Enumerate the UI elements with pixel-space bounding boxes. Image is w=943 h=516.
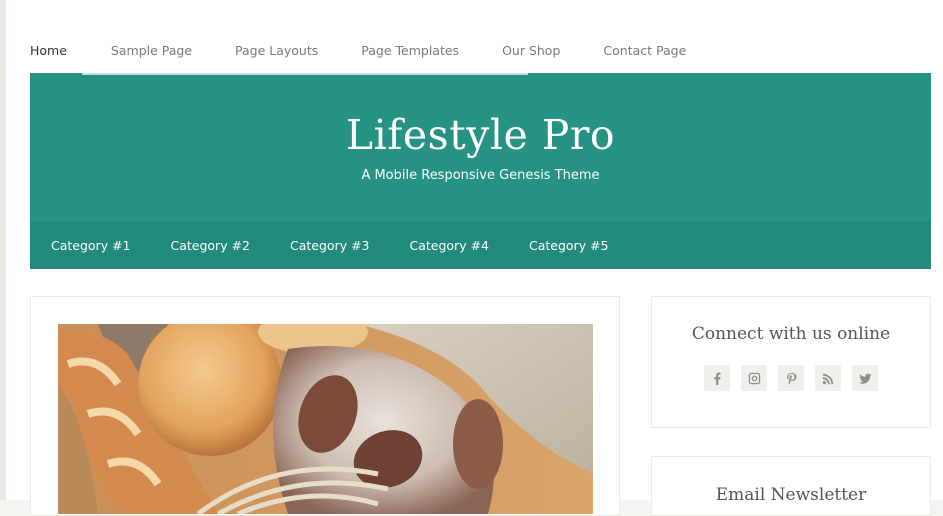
nav-item-home[interactable]: Home bbox=[30, 43, 67, 58]
site-description: A Mobile Responsive Genesis Theme bbox=[361, 168, 600, 183]
category-navigation: Category #1 Category #2 Category #3 Cate… bbox=[30, 221, 931, 269]
pinterest-icon[interactable] bbox=[778, 365, 804, 391]
rss-icon[interactable] bbox=[815, 365, 841, 391]
category-item-2[interactable]: Category #2 bbox=[171, 238, 251, 253]
category-item-4[interactable]: Category #4 bbox=[410, 238, 490, 253]
instagram-icon[interactable] bbox=[741, 365, 767, 391]
header-highlight-bar bbox=[82, 73, 528, 75]
facebook-icon[interactable] bbox=[704, 365, 730, 391]
newsletter-widget: Email Newsletter bbox=[651, 456, 931, 516]
main-content bbox=[30, 296, 620, 516]
connect-widget-title: Connect with us online bbox=[691, 324, 891, 344]
nav-item-page-templates[interactable]: Page Templates bbox=[361, 43, 459, 58]
category-item-3[interactable]: Category #3 bbox=[290, 238, 370, 253]
newsletter-widget-title: Email Newsletter bbox=[715, 485, 867, 505]
featured-image[interactable] bbox=[58, 324, 593, 514]
nav-item-our-shop[interactable]: Our Shop bbox=[502, 43, 560, 58]
category-item-5[interactable]: Category #5 bbox=[529, 238, 609, 253]
nav-item-sample-page[interactable]: Sample Page bbox=[111, 43, 192, 58]
social-icons bbox=[704, 365, 889, 391]
nav-item-page-layouts[interactable]: Page Layouts bbox=[235, 43, 318, 58]
rye-score-3 bbox=[453, 399, 503, 489]
category-item-1[interactable]: Category #1 bbox=[51, 238, 131, 253]
connect-widget: Connect with us online bbox=[651, 296, 931, 428]
site-title[interactable]: Lifestyle Pro bbox=[30, 111, 931, 159]
twitter-icon[interactable] bbox=[852, 365, 878, 391]
site-header: Lifestyle Pro A Mobile Responsive Genesi… bbox=[30, 73, 931, 221]
nav-item-contact-page[interactable]: Contact Page bbox=[603, 43, 686, 58]
top-navigation: Home Sample Page Page Layouts Page Templ… bbox=[30, 0, 729, 73]
bread-illustration bbox=[58, 324, 593, 514]
